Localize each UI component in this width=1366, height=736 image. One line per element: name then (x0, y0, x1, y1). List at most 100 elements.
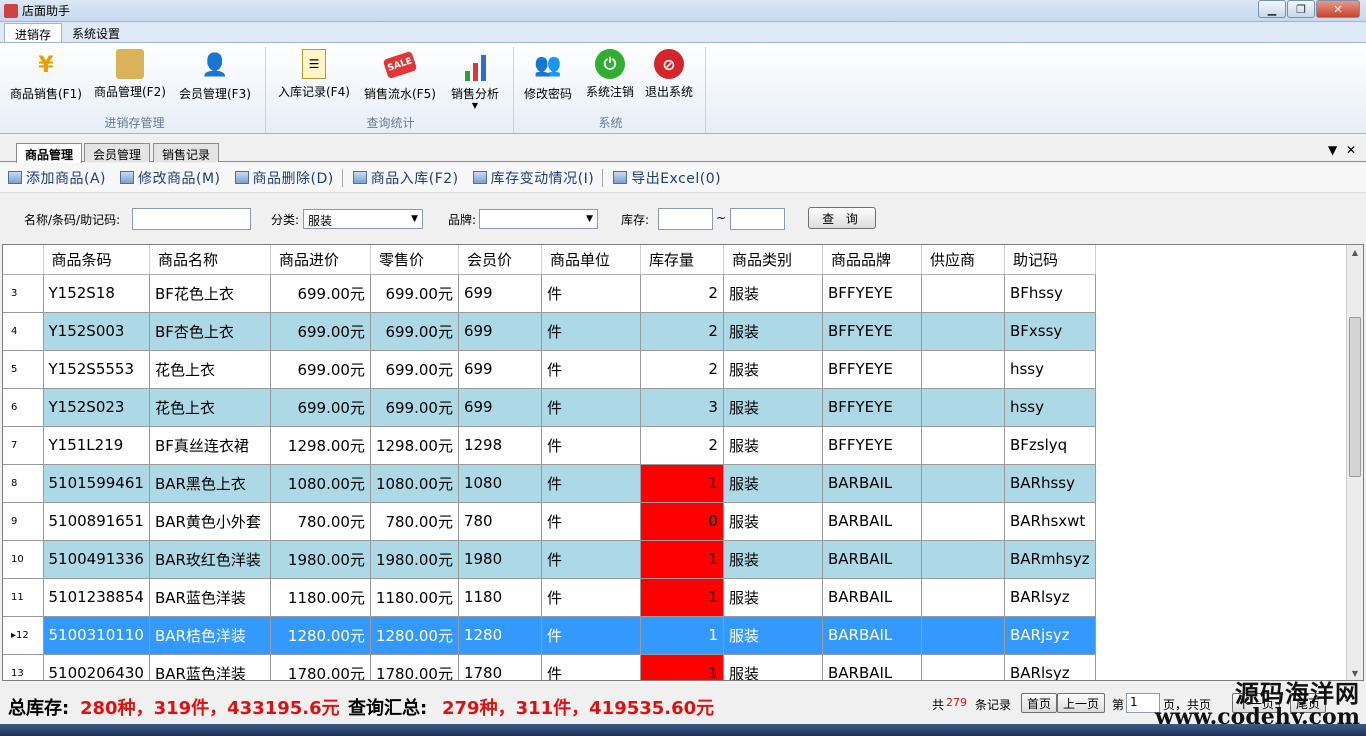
table-row[interactable]: 3 Y152S18 BF花色上衣 699.00元 699.00元 699 件 2 服装 BFFYE… (3, 274, 1096, 313)
table-cell[interactable]: 1298.00元 (370, 426, 459, 465)
logout-button[interactable]: ⏻ 系统注销 (586, 49, 634, 100)
column-header[interactable]: 会员价 (458, 245, 542, 275)
table-cell[interactable]: 699.00元 (370, 350, 459, 389)
table-cell[interactable]: 件 (541, 312, 641, 351)
row-header[interactable]: 5 (3, 350, 44, 389)
table-cell[interactable]: 699.00元 (370, 388, 459, 427)
table-cell[interactable]: 780 (458, 502, 542, 541)
tab-menu-icon[interactable]: ▼ (1328, 143, 1337, 157)
row-header[interactable]: 3 (3, 274, 44, 313)
table-cell[interactable]: BFFYEYE (822, 388, 922, 427)
tab-member-manage[interactable]: 会员管理 (84, 143, 151, 162)
table-cell[interactable]: 1780.00元 (370, 654, 459, 680)
table-cell[interactable]: BARmhsyz (1004, 540, 1096, 579)
stock-change-button[interactable]: 库存变动情况(I) (472, 168, 595, 188)
table-cell[interactable]: BARBAIL (822, 502, 922, 541)
table-cell[interactable]: 1080.00元 (270, 464, 371, 503)
table-cell[interactable]: 5101599461 (43, 464, 150, 503)
table-cell[interactable]: BARBAIL (822, 654, 922, 680)
table-cell[interactable] (921, 654, 1005, 680)
table-cell[interactable]: hssy (1004, 388, 1096, 427)
table-cell[interactable]: 服装 (723, 350, 823, 389)
table-cell[interactable]: 5100206430 (43, 654, 150, 680)
table-cell[interactable]: 件 (541, 426, 641, 465)
table-cell[interactable]: 1780 (458, 654, 542, 680)
add-product-button[interactable]: 添加商品(A) (8, 168, 106, 188)
minimize-button[interactable]: ▁ (1258, 0, 1286, 18)
table-cell[interactable] (921, 426, 1005, 465)
table-cell[interactable]: 1080.00元 (370, 464, 459, 503)
table-cell[interactable]: 1180.00元 (270, 578, 371, 617)
table-row[interactable]: 6 Y152S023 花色上衣 699.00元 699.00元 699 件 3 服装 BFFYEY… (3, 388, 1096, 427)
table-cell[interactable]: BFFYEYE (822, 350, 922, 389)
table-cell[interactable]: BAR蓝色洋装 (149, 654, 271, 680)
table-cell[interactable] (921, 578, 1005, 617)
table-cell[interactable]: 服装 (723, 312, 823, 351)
table-cell[interactable] (921, 388, 1005, 427)
row-header[interactable]: 10 (3, 540, 44, 579)
export-excel-button[interactable]: 导出Excel(0) (613, 168, 721, 188)
table-cell[interactable]: BFFYEYE (822, 312, 922, 351)
table-cell[interactable]: BARlsyz (1004, 578, 1096, 617)
maximize-button[interactable]: ❐ (1287, 0, 1315, 18)
table-cell[interactable]: 服装 (723, 654, 823, 680)
stock-from-input[interactable] (658, 208, 713, 230)
table-cell[interactable]: 699.00元 (270, 312, 371, 351)
table-cell[interactable]: BAR黄色小外套 (149, 502, 271, 541)
query-button[interactable]: 查 询 (808, 207, 876, 229)
first-page-button[interactable]: 首页 (1021, 693, 1058, 713)
table-cell[interactable]: 1980.00元 (370, 540, 459, 579)
table-cell[interactable]: 1 (640, 578, 724, 617)
name-search-input[interactable] (132, 208, 251, 230)
table-cell[interactable]: 5100310110 (43, 616, 150, 655)
table-cell[interactable]: BARjsyz (1004, 616, 1096, 655)
table-cell[interactable]: 件 (541, 616, 641, 655)
scroll-down-icon[interactable]: ▼ (1347, 666, 1363, 680)
table-cell[interactable]: 1080 (458, 464, 542, 503)
prev-page-button[interactable]: 上一页 (1057, 693, 1106, 713)
column-header[interactable]: 商品品牌 (822, 245, 922, 275)
table-cell[interactable]: BFFYEYE (822, 274, 922, 313)
table-cell[interactable]: 1280 (458, 616, 542, 655)
table-cell[interactable]: 1780.00元 (270, 654, 371, 680)
table-cell[interactable]: Y151L219 (43, 426, 150, 465)
table-cell[interactable]: 服装 (723, 502, 823, 541)
table-cell[interactable]: 699.00元 (370, 274, 459, 313)
table-cell[interactable]: 5100891651 (43, 502, 150, 541)
table-cell[interactable]: BAR蓝色洋装 (149, 578, 271, 617)
table-cell[interactable]: 1980.00元 (270, 540, 371, 579)
table-cell[interactable]: 780.00元 (370, 502, 459, 541)
brand-select[interactable]: ▼ (479, 209, 598, 229)
table-cell[interactable] (921, 312, 1005, 351)
table-cell[interactable]: 5101238854 (43, 578, 150, 617)
row-header[interactable]: 6 (3, 388, 44, 427)
table-row[interactable]: 8 5101599461 BAR黑色上衣 1080.00元 1080.00元 1080 件 1… (3, 464, 1096, 503)
table-cell[interactable]: 1180.00元 (370, 578, 459, 617)
scroll-thumb[interactable] (1349, 317, 1361, 477)
row-header[interactable]: 11 (3, 578, 44, 617)
table-cell[interactable]: 1298.00元 (270, 426, 371, 465)
row-header[interactable]: 7 (3, 426, 44, 465)
table-cell[interactable]: BF杏色上衣 (149, 312, 271, 351)
table-cell[interactable]: 件 (541, 654, 641, 680)
product-manage-button[interactable]: 商品管理(F2) (94, 49, 166, 100)
table-row[interactable]: 9 5100891651 BAR黄色小外套 780.00元 780.00元 780 件 0 服装… (3, 502, 1096, 541)
table-cell[interactable]: hssy (1004, 350, 1096, 389)
column-header[interactable]: 零售价 (370, 245, 459, 275)
table-cell[interactable]: BARBAIL (822, 616, 922, 655)
sales-flow-button[interactable]: SALE 销售流水(F5) (364, 49, 436, 102)
table-row[interactable]: 10 5100491336 BAR玫红色洋装 1980.00元 1980.00元 1980… (3, 540, 1096, 579)
table-cell[interactable]: BAR玫红色洋装 (149, 540, 271, 579)
table-cell[interactable]: 2 (640, 426, 724, 465)
table-cell[interactable]: 699 (458, 274, 542, 313)
table-cell[interactable] (921, 350, 1005, 389)
table-cell[interactable]: 699.00元 (270, 350, 371, 389)
table-cell[interactable]: 件 (541, 578, 641, 617)
table-cell[interactable]: 0 (640, 502, 724, 541)
row-header[interactable]: 4 (3, 312, 44, 351)
table-cell[interactable]: 2 (640, 312, 724, 351)
table-cell[interactable]: 1 (640, 464, 724, 503)
column-header[interactable]: 供应商 (921, 245, 1005, 275)
table-cell[interactable]: 699 (458, 350, 542, 389)
column-header[interactable]: 库存量 (640, 245, 724, 275)
